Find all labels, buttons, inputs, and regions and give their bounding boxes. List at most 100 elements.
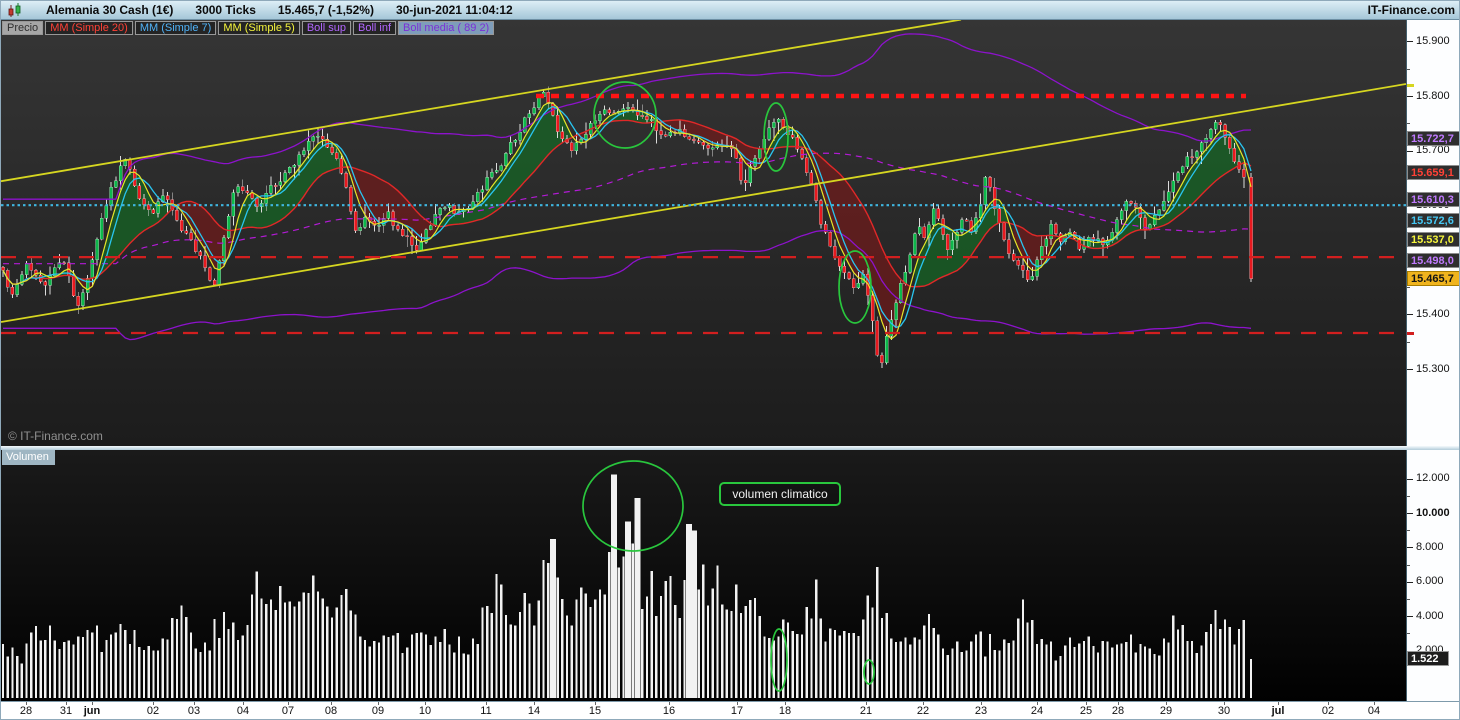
price-axis-tick — [1407, 369, 1413, 370]
price-badge-mm-simple-7: 15.572,6 — [1407, 212, 1459, 228]
volumen-climatico-annotation[interactable]: volumen climatico — [719, 482, 841, 506]
date-axis-label: 24 — [1030, 705, 1044, 717]
price-badge-last: 15.465,7 — [1407, 271, 1459, 286]
volume-axis-tick-label: 12.000 — [1416, 472, 1450, 485]
tab-volumen[interactable]: Volumen — [2, 450, 55, 465]
volume-axis-tick-label: 6.000 — [1416, 575, 1444, 588]
ellipse-annotation[interactable] — [582, 460, 684, 552]
price-badge-boll-inf: 15.498,0 — [1407, 253, 1459, 269]
legend-item-boll-inf[interactable]: Boll inf — [352, 21, 397, 35]
date-axis-label: 21 — [859, 705, 873, 717]
date-axis-label: jul — [1271, 705, 1285, 717]
volume-axis-tick — [1407, 547, 1413, 549]
price-axis[interactable]: 15.90015.80015.70015.60015.50015.40015.3… — [1406, 20, 1459, 701]
price-badge-mm-simple-20: 15.659,1 — [1407, 165, 1459, 181]
date-axis-label: 09 — [371, 705, 385, 717]
volume-axis-minor-tick — [1407, 599, 1410, 600]
channel-lower[interactable] — [1, 83, 1406, 323]
watermark: © IT-Finance.com — [8, 429, 103, 443]
volume-axis-minor-tick — [1407, 564, 1410, 566]
date-axis-label: 22 — [916, 705, 930, 717]
date-axis-label: jun — [83, 705, 101, 717]
date-axis-label: 15 — [588, 705, 602, 717]
title-bar: Alemania 30 Cash (1€) 3000 Ticks 15.465,… — [1, 1, 1459, 20]
volume-axis-minor-tick — [1407, 495, 1410, 497]
date-axis-label: 14 — [527, 705, 541, 717]
indicator-legend-bar: Precio MM (Simple 20) MM (Simple 7) MM (Sim… — [2, 21, 495, 35]
mm7-line — [2, 105, 1252, 329]
price-axis-tick-label: 15.800 — [1416, 89, 1450, 102]
legend-item-precio[interactable]: Precio — [2, 21, 44, 35]
date-axis-label: 03 — [187, 705, 201, 717]
volume-axis-tick — [1407, 616, 1413, 618]
date-axis-label: 31 — [59, 705, 73, 717]
date-axis-label: 30 — [1217, 705, 1231, 717]
price-axis-tick — [1407, 150, 1413, 152]
volume-axis-minor-tick — [1407, 530, 1410, 532]
date-axis-label: 02 — [1321, 705, 1335, 717]
price-badge-boll-sup: 15.722,7 — [1407, 130, 1459, 146]
price-badge-boll-media: 15.610,3 — [1407, 192, 1459, 208]
candle-wicks — [2, 86, 1252, 369]
legend-item-mm-simple-5[interactable]: MM (Simple 5) — [218, 21, 300, 35]
price-axis-tick — [1407, 96, 1413, 97]
date-axis-label: 29 — [1159, 705, 1173, 717]
price-badge-mm-simple-5: 15.537,0 — [1407, 232, 1459, 248]
price-chart-panel[interactable] — [1, 20, 1406, 448]
volume-chart-panel[interactable] — [1, 450, 1406, 701]
app-window: Alemania 30 Cash (1€) 3000 Ticks 15.465,… — [0, 0, 1460, 720]
timeframe-label: 3000 Ticks — [195, 3, 256, 17]
volume-axis-tick-label: 8.000 — [1416, 540, 1444, 553]
date-axis-label: 02 — [146, 705, 160, 717]
date-axis-label: 17 — [730, 705, 744, 717]
date-axis-label: 08 — [324, 705, 338, 717]
boll-inf-line — [3, 229, 1252, 341]
date-axis-label: 04 — [236, 705, 250, 717]
volume-axis-tick — [1407, 513, 1413, 514]
date-axis-label: 04 — [1367, 705, 1381, 717]
price-axis-minor-tick — [1407, 68, 1410, 70]
level-edge-tick — [1407, 83, 1414, 87]
legend-item-boll-media-89-2[interactable]: Boll media ( 89 2) — [398, 21, 495, 35]
level-edge-tick — [1407, 331, 1414, 335]
date-axis-label: 11 — [480, 705, 492, 717]
date-axis-label: 25 — [1079, 705, 1093, 717]
date-axis-label: 07 — [281, 705, 295, 717]
annotation-text: volumen climatico — [732, 487, 828, 501]
date-axis-label: 16 — [662, 705, 676, 717]
price-axis-tick-label: 15.700 — [1416, 144, 1450, 157]
volume-chart[interactable] — [1, 450, 1406, 701]
legend-item-mm-simple-20[interactable]: MM (Simple 20) — [45, 21, 133, 35]
last-price-change: 15.465,7 (-1,52%) — [277, 3, 374, 17]
price-axis-tick-label: 15.300 — [1416, 362, 1450, 375]
price-axis-minor-tick — [1407, 287, 1410, 289]
price-axis-tick — [1407, 41, 1413, 43]
price-chart[interactable] — [1, 20, 1406, 448]
date-axis-label: 28 — [19, 705, 33, 717]
volume-bars-layer — [1, 474, 1253, 698]
price-axis-tick-label: 15.900 — [1416, 34, 1450, 47]
bollinger-layer — [3, 33, 1252, 341]
volume-axis-tick-label: 10.000 — [1416, 506, 1450, 519]
date-axis[interactable]: 28 31 jun 02 03 04 07 08 09 10 11 14 15 16 17 18 21 22 23 2… — [1, 701, 1459, 719]
legend-item-boll-sup[interactable]: Boll sup — [301, 21, 351, 35]
volume-axis-tick-label: 4.000 — [1416, 609, 1444, 622]
price-axis-tick-label: 15.400 — [1416, 307, 1450, 320]
volume-badge-last: 1.522 — [1407, 651, 1449, 667]
price-axis-minor-tick — [1407, 341, 1410, 343]
brand-link[interactable]: IT-Finance.com — [1368, 3, 1455, 17]
last-update-datetime: 30-jun-2021 11:04:12 — [395, 3, 513, 17]
candlestick-icon — [7, 2, 22, 18]
panel-separator[interactable] — [1, 446, 1459, 450]
date-axis-label: 10 — [418, 705, 432, 717]
legend-item-mm-simple-7[interactable]: MM (Simple 7) — [134, 21, 217, 35]
date-axis-label: 28 — [1111, 705, 1125, 717]
price-axis-tick — [1407, 314, 1413, 316]
ma-cloud-layer — [3, 102, 1244, 339]
price-axis-minor-tick — [1407, 123, 1410, 125]
date-axis-label: 23 — [974, 705, 988, 717]
volume-axis-minor-tick — [1407, 633, 1410, 635]
candles-layer — [1, 86, 1253, 369]
volume-axis-tick — [1407, 478, 1413, 480]
date-axis-label: 18 — [778, 705, 792, 717]
